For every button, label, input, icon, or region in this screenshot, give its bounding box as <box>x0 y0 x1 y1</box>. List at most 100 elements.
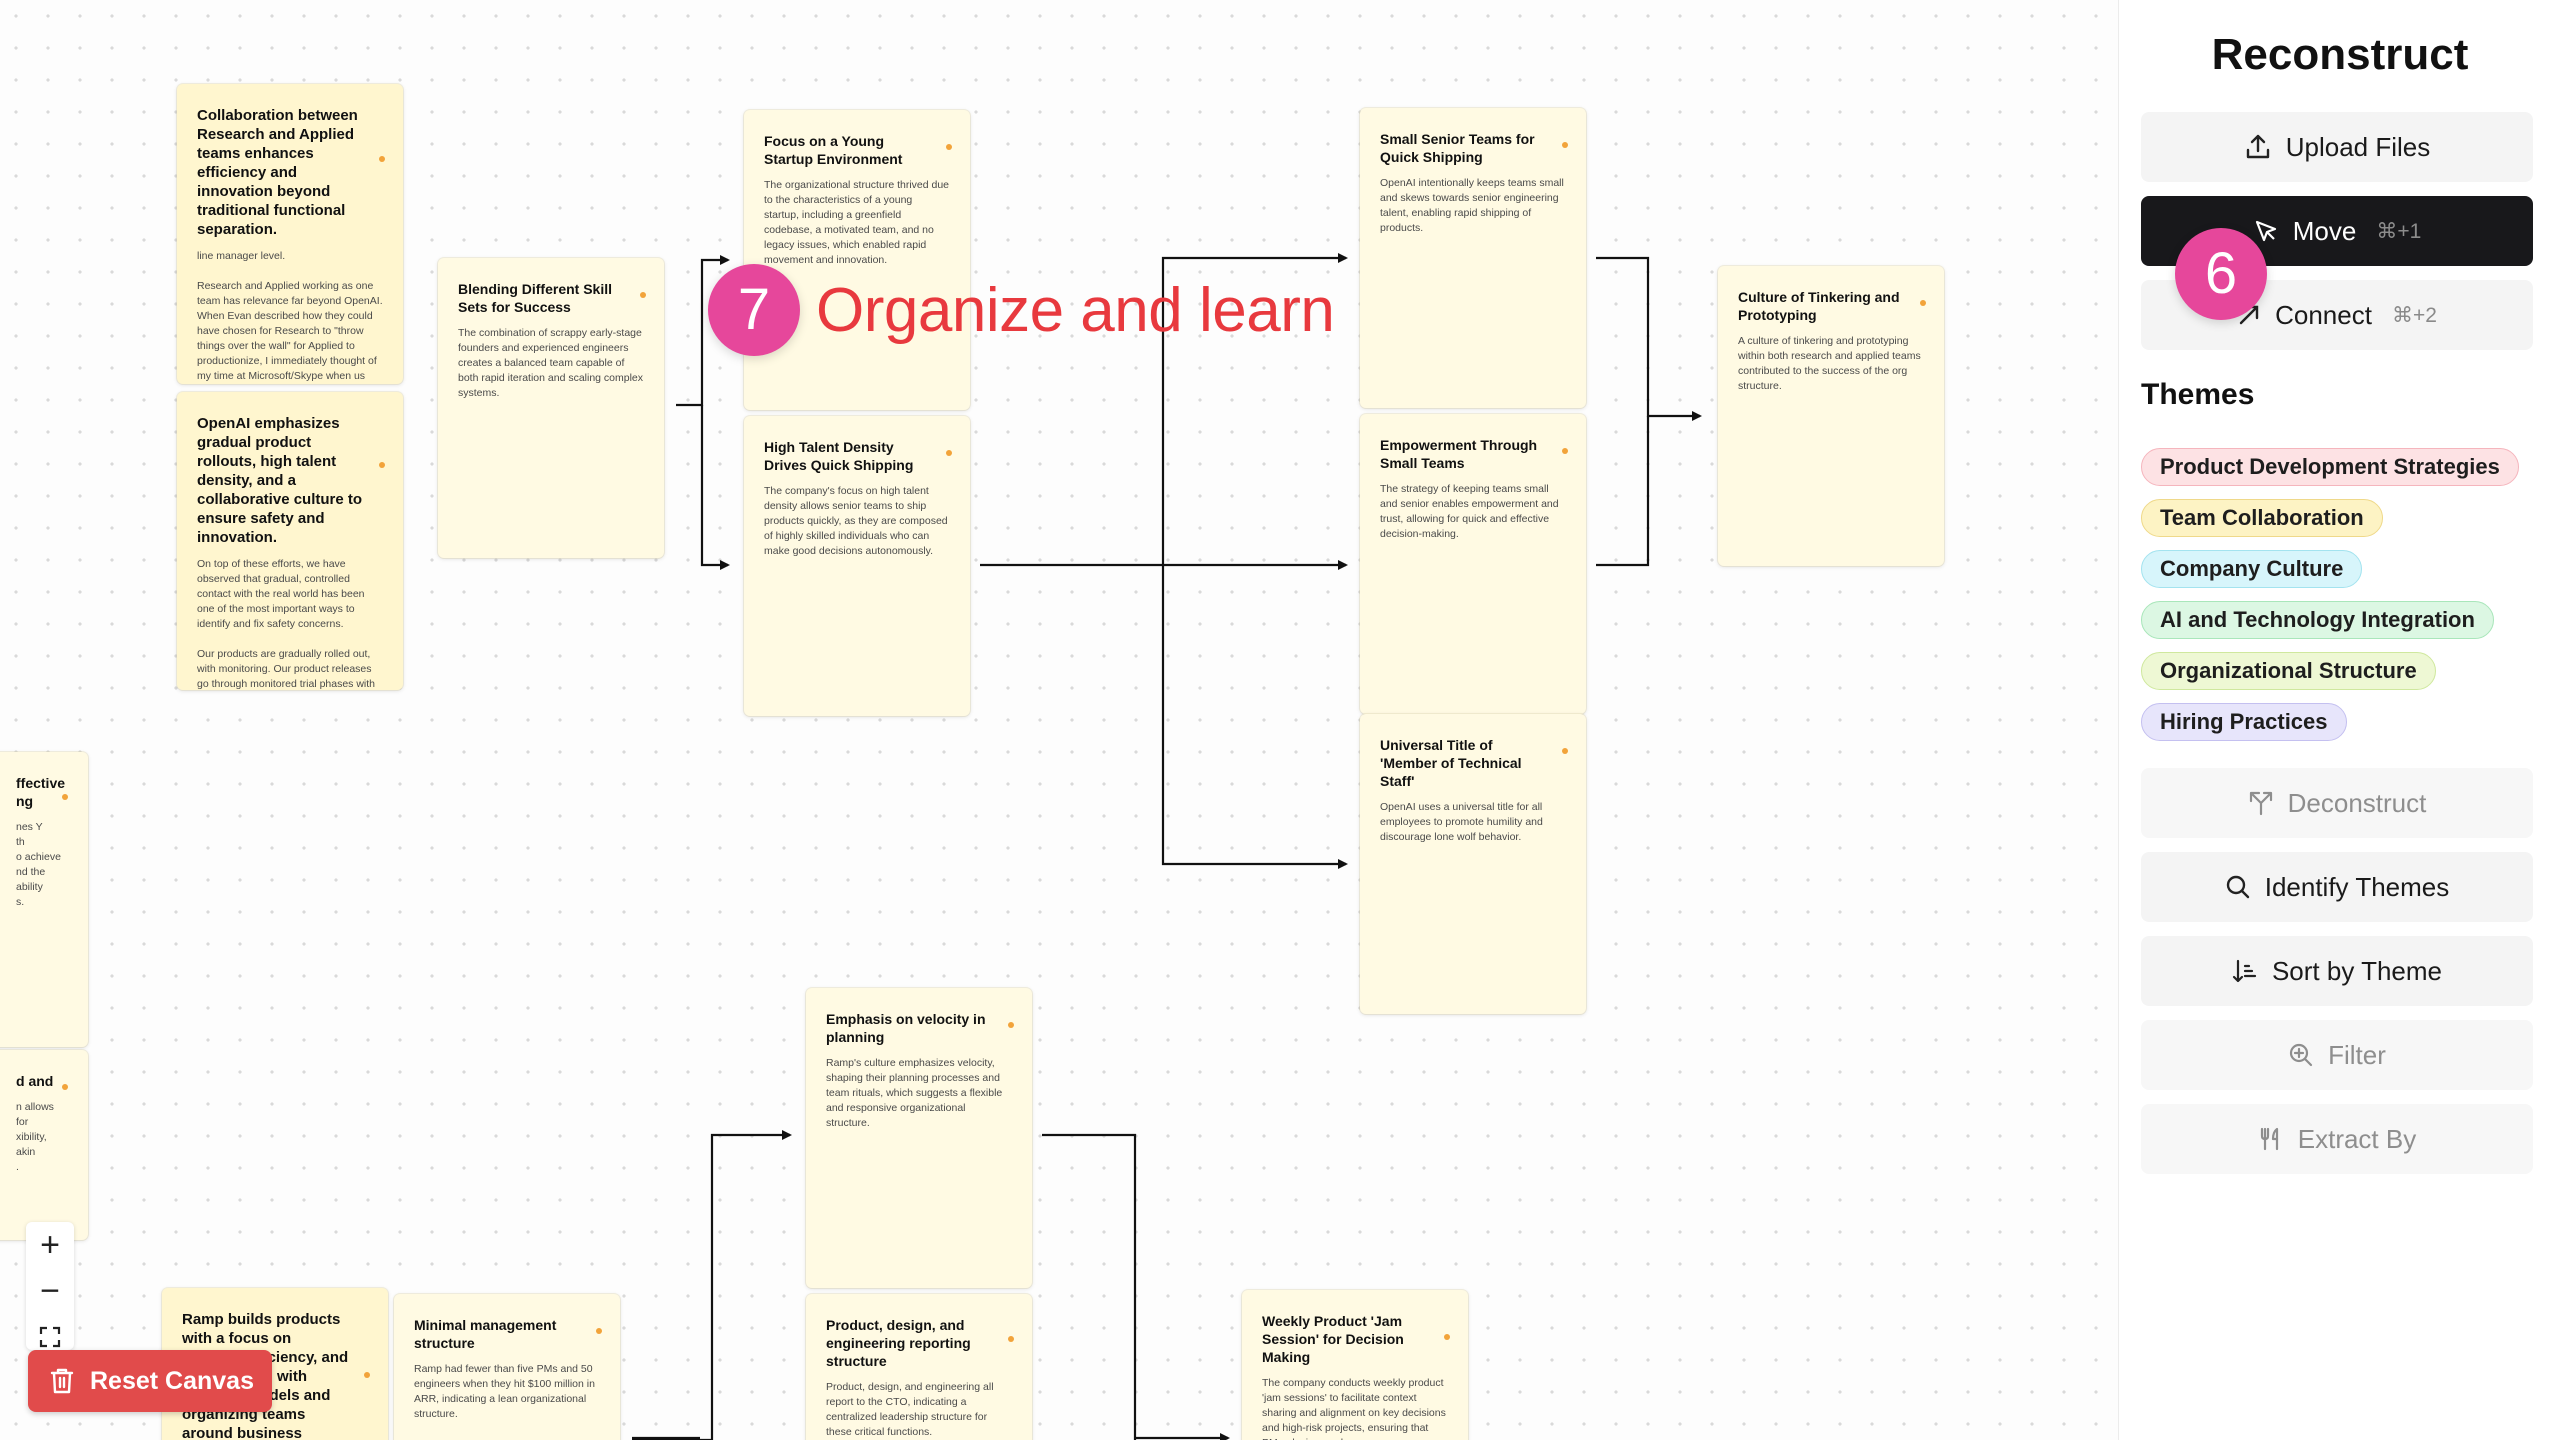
status-dot <box>1562 142 1568 148</box>
theme-chip[interactable]: Organizational Structure <box>2141 652 2436 690</box>
note-card[interactable]: Focus on a Young Startup Environment The… <box>744 110 970 410</box>
note-card[interactable]: High Talent Density Drives Quick Shippin… <box>744 416 970 716</box>
split-icon <box>2249 791 2272 816</box>
note-body: Ramp had fewer than five PMs and 50 engi… <box>414 1363 595 1420</box>
app-title: Reconstruct <box>2211 30 2469 79</box>
note-title: Collaboration between Research and Appli… <box>197 107 358 238</box>
note-card[interactable]: OpenAI emphasizes gradual product rollou… <box>177 392 403 690</box>
status-dot <box>379 462 385 468</box>
upload-files-button[interactable]: Upload Files <box>2141 112 2533 182</box>
reset-canvas-label: Reset Canvas <box>90 1366 254 1395</box>
zoom-in-icon <box>2290 1043 2313 1067</box>
status-dot <box>596 1328 602 1334</box>
note-card[interactable]: Emphasis on velocity in planning Ramp's … <box>806 988 1032 1288</box>
note-title: Universal Title of 'Member of Technical … <box>1380 737 1522 789</box>
sidebar: Reconstruct Upload Files Move ⌘+1 Connec… <box>2118 0 2560 1440</box>
note-body: On top of these efforts, we have observe… <box>197 558 376 690</box>
note-body: OpenAI intentionally keeps teams small a… <box>1380 177 1564 234</box>
status-dot <box>62 794 68 800</box>
note-title: d and <box>16 1073 54 1089</box>
note-body: Ramp's culture emphasizes velocity, shap… <box>826 1057 1003 1129</box>
connect-shortcut: ⌘+2 <box>2391 303 2437 327</box>
zoom-out-button[interactable]: − <box>26 1268 74 1314</box>
note-card[interactable]: Product, design, and engineering reporti… <box>806 1294 1032 1440</box>
note-card[interactable]: Minimal management structure Ramp had fe… <box>394 1294 620 1440</box>
theme-chip[interactable]: Team Collaboration <box>2141 499 2383 537</box>
status-dot <box>1008 1022 1014 1028</box>
status-dot <box>379 156 385 162</box>
note-card[interactable]: Collaboration between Research and Appli… <box>177 84 403 384</box>
note-title: ffective ng <box>16 775 66 809</box>
theme-chip[interactable]: AI and Technology Integration <box>2141 601 2494 639</box>
status-dot <box>1562 448 1568 454</box>
note-title: Weekly Product 'Jam Session' for Decisio… <box>1262 1313 1404 1365</box>
note-title: Minimal management structure <box>414 1317 557 1351</box>
link-empowerment-to-tinkering <box>1596 416 1650 567</box>
note-title: High Talent Density Drives Quick Shippin… <box>764 439 914 473</box>
step-6-badge: 6 <box>2175 228 2267 320</box>
annotation-text: Organize and learn <box>816 276 1335 345</box>
link-small-senior-to-tinkering <box>1596 256 1702 421</box>
note-title: Focus on a Young Startup Environment <box>764 133 903 167</box>
note-body: nes Y th o achieve nd the ability s. <box>16 821 61 908</box>
cursor-icon <box>2255 220 2276 242</box>
link-to-velocity <box>632 1130 792 1440</box>
note-body: The organizational structure thrived due… <box>764 179 950 266</box>
note-card[interactable]: Universal Title of 'Member of Technical … <box>1360 714 1586 1014</box>
zoom-in-button[interactable]: + <box>26 1222 74 1268</box>
note-card[interactable]: Blending Different Skill Sets for Succes… <box>438 258 664 558</box>
note-body: line manager level. Research and Applied… <box>197 250 383 382</box>
status-dot <box>640 292 646 298</box>
search-icon <box>2226 875 2249 899</box>
upload-icon <box>2246 134 2269 159</box>
theme-chip[interactable]: Product Development Strategies <box>2141 448 2519 486</box>
note-body: Product, design, and engineering all rep… <box>826 1381 994 1438</box>
sort-by-theme-button[interactable]: Sort by Theme <box>2141 936 2533 1006</box>
status-dot <box>62 1084 68 1090</box>
theme-chip[interactable]: Hiring Practices <box>2141 703 2347 741</box>
reset-canvas-button[interactable]: Reset Canvas <box>28 1350 272 1412</box>
note-card[interactable]: ffective ng nes Y th o achieve nd the ab… <box>0 752 88 1047</box>
identify-themes-label: Identify Themes <box>2264 871 2450 902</box>
filter-button[interactable]: Filter <box>2141 1020 2533 1090</box>
whiteboard-canvas[interactable]: ffective ng nes Y th o achieve nd the ab… <box>0 0 2118 1440</box>
utensils-icon <box>2260 1127 2278 1151</box>
step-7-badge: 7 <box>708 264 800 356</box>
note-body: The company's focus on high talent densi… <box>764 485 948 557</box>
status-dot <box>1562 748 1568 754</box>
note-card[interactable]: Weekly Product 'Jam Session' for Decisio… <box>1242 1290 1468 1440</box>
status-dot <box>1920 300 1926 306</box>
status-dot <box>1008 1336 1014 1342</box>
note-card[interactable]: Culture of Tinkering and Prototyping A c… <box>1718 266 1944 566</box>
theme-chip[interactable]: Company Culture <box>2141 550 2363 588</box>
link-velocity-to-jam <box>1042 1133 1137 1440</box>
note-title: Small Senior Teams for Quick Shipping <box>1380 131 1535 165</box>
themes-heading: Themes <box>2141 378 2255 411</box>
status-dot <box>1444 1334 1450 1340</box>
note-card[interactable]: Small Senior Teams for Quick Shipping Op… <box>1360 108 1586 408</box>
status-dot <box>946 450 952 456</box>
expand-icon <box>39 1326 61 1348</box>
link-talent-to-universal <box>1161 565 1348 869</box>
deconstruct-button[interactable]: Deconstruct <box>2141 768 2533 838</box>
note-title: Empowerment Through Small Teams <box>1380 437 1538 471</box>
identify-themes-button[interactable]: Identify Themes <box>2141 852 2533 922</box>
note-body: The strategy of keeping teams small and … <box>1380 483 1559 540</box>
upload-files-label: Upload Files <box>2285 131 2431 162</box>
trash-icon <box>50 1368 74 1394</box>
status-dot <box>946 144 952 150</box>
status-dot <box>364 1372 370 1378</box>
move-tool-label: Move <box>2292 215 2357 246</box>
note-body: The combination of scrappy early-stage f… <box>458 327 644 399</box>
zoom-controls: + − <box>26 1222 74 1350</box>
note-card[interactable]: d and n allows for xibility, akin . <box>0 1050 88 1240</box>
sort-icon <box>2232 959 2257 983</box>
link-blending-to-talent <box>700 405 730 570</box>
sort-by-theme-label: Sort by Theme <box>2271 955 2443 986</box>
note-body: n allows for xibility, akin . <box>16 1101 54 1173</box>
connect-tool-label: Connect <box>2275 299 2372 330</box>
note-title: Blending Different Skill Sets for Succes… <box>458 281 613 315</box>
note-card[interactable]: Empowerment Through Small Teams The stra… <box>1360 414 1586 714</box>
extract-by-button[interactable]: Extract By <box>2141 1104 2533 1174</box>
note-title: OpenAI emphasizes gradual product rollou… <box>197 415 363 546</box>
